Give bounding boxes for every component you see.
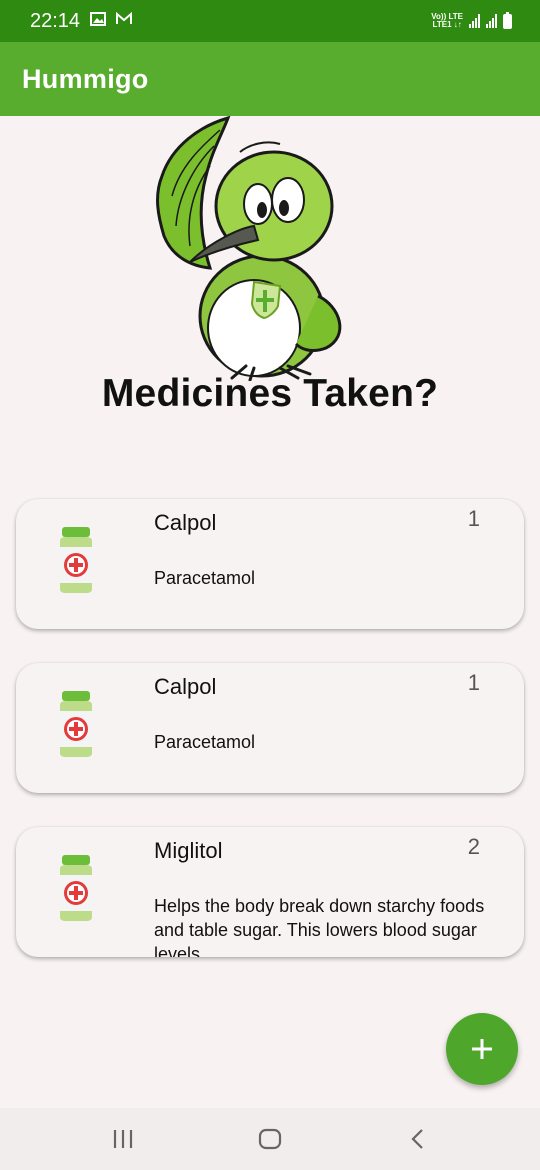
medicine-bottle-icon [60,855,92,921]
back-button[interactable] [387,1119,447,1159]
medicine-description: Helps the body break down starchy foods … [154,896,485,957]
plus-icon [472,1039,492,1059]
image-icon [90,11,107,31]
medicine-count: 1 [467,670,480,695]
app-bar: Hummigo [0,42,540,116]
medicine-count: 1 [467,506,480,531]
medicine-count: 2 [467,834,480,859]
medicine-card[interactable]: Miglitol 2 Helps the body break down sta… [16,827,524,957]
home-icon [258,1128,282,1150]
gmail-icon [116,11,133,30]
hummingbird-mascot-icon [150,115,360,382]
network-indicator: Vo)) LTE LTE1 ↓↑ [431,13,463,29]
network-label-bottom: LTE1 ↓↑ [432,20,462,29]
home-button[interactable] [240,1119,300,1159]
add-medicine-button[interactable] [446,1013,518,1085]
medicine-description: Paracetamol [154,568,256,588]
signal-icon [486,14,497,28]
medicine-card[interactable]: Calpol 1 Paracetamol [16,499,524,629]
medicine-description: Paracetamol [154,732,256,752]
medicine-name: Miglitol [154,838,223,863]
medicine-bottle-icon [60,527,92,593]
medicine-name: Calpol [154,510,217,535]
medicine-bottle-icon [60,691,92,757]
page-title: Medicines Taken? [101,372,439,415]
back-icon [411,1129,423,1149]
recent-apps-icon [114,1130,133,1148]
app-title: Hummigo [22,63,149,94]
status-time: 22:14 [30,9,81,32]
medicine-name: Calpol [154,674,217,699]
medicine-card[interactable]: Calpol 1 Paracetamol [16,663,524,793]
battery-icon [503,11,512,29]
signal-icon [469,14,480,28]
recent-apps-button[interactable] [93,1119,153,1159]
system-nav-bar [0,1108,540,1170]
status-bar: 22:14 Vo)) LTE LTE1 ↓↑ [0,0,540,42]
